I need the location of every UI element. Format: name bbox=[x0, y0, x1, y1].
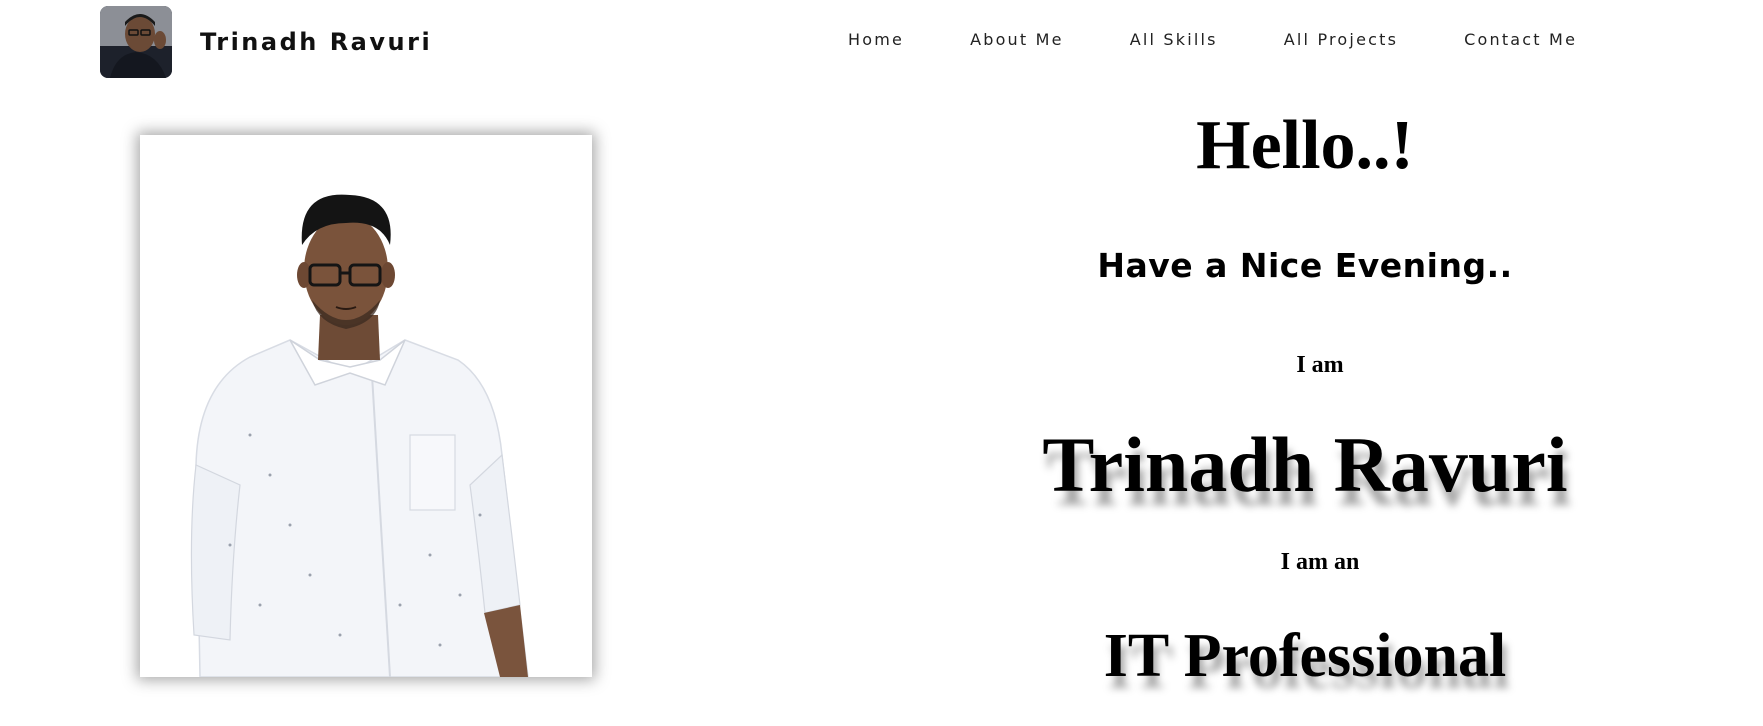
main-nav: Home About Me All Skills All Projects Co… bbox=[848, 28, 1577, 52]
i-am-an-text: I am an bbox=[1280, 549, 1360, 575]
nav-contact-me[interactable]: Contact Me bbox=[1464, 28, 1577, 52]
site-header: Trinadh Ravuri Home About Me All Skills … bbox=[0, 0, 1763, 82]
profile-photo-icon bbox=[100, 6, 172, 78]
greeting-text: Have a Nice Evening.. bbox=[1097, 246, 1513, 285]
profession-heading: IT Professional bbox=[1103, 622, 1507, 690]
brand-name: Trinadh Ravuri bbox=[200, 28, 433, 56]
name-heading: Trinadh Ravuri bbox=[1042, 421, 1568, 508]
nav-all-skills[interactable]: All Skills bbox=[1130, 28, 1218, 52]
profile-photo-card bbox=[140, 135, 592, 677]
brand-link[interactable]: Trinadh Ravuri bbox=[100, 6, 432, 78]
nav-about-me[interactable]: About Me bbox=[970, 28, 1064, 52]
nav-home[interactable]: Home bbox=[848, 28, 904, 52]
hello-heading: Hello..! bbox=[1196, 107, 1414, 184]
i-am-text: I am bbox=[1296, 352, 1344, 378]
portrait-photo-icon bbox=[140, 135, 592, 677]
nav-all-projects[interactable]: All Projects bbox=[1284, 28, 1398, 52]
